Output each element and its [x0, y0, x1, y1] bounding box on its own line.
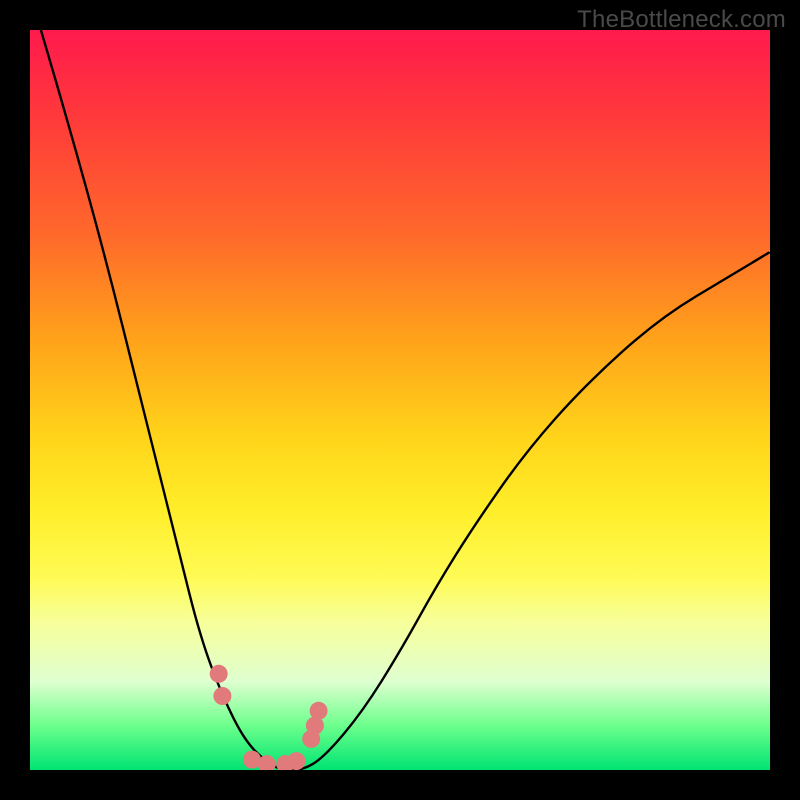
marker-dot	[210, 665, 228, 683]
highlight-dots	[210, 665, 328, 770]
plot-area	[30, 30, 770, 770]
watermark-text: TheBottleneck.com	[577, 6, 786, 34]
chart-frame: TheBottleneck.com	[0, 0, 800, 800]
bottleneck-curve	[30, 30, 770, 770]
marker-dot	[287, 752, 305, 770]
marker-dot	[213, 687, 231, 705]
marker-dot	[310, 702, 328, 720]
curve-layer	[30, 30, 770, 770]
